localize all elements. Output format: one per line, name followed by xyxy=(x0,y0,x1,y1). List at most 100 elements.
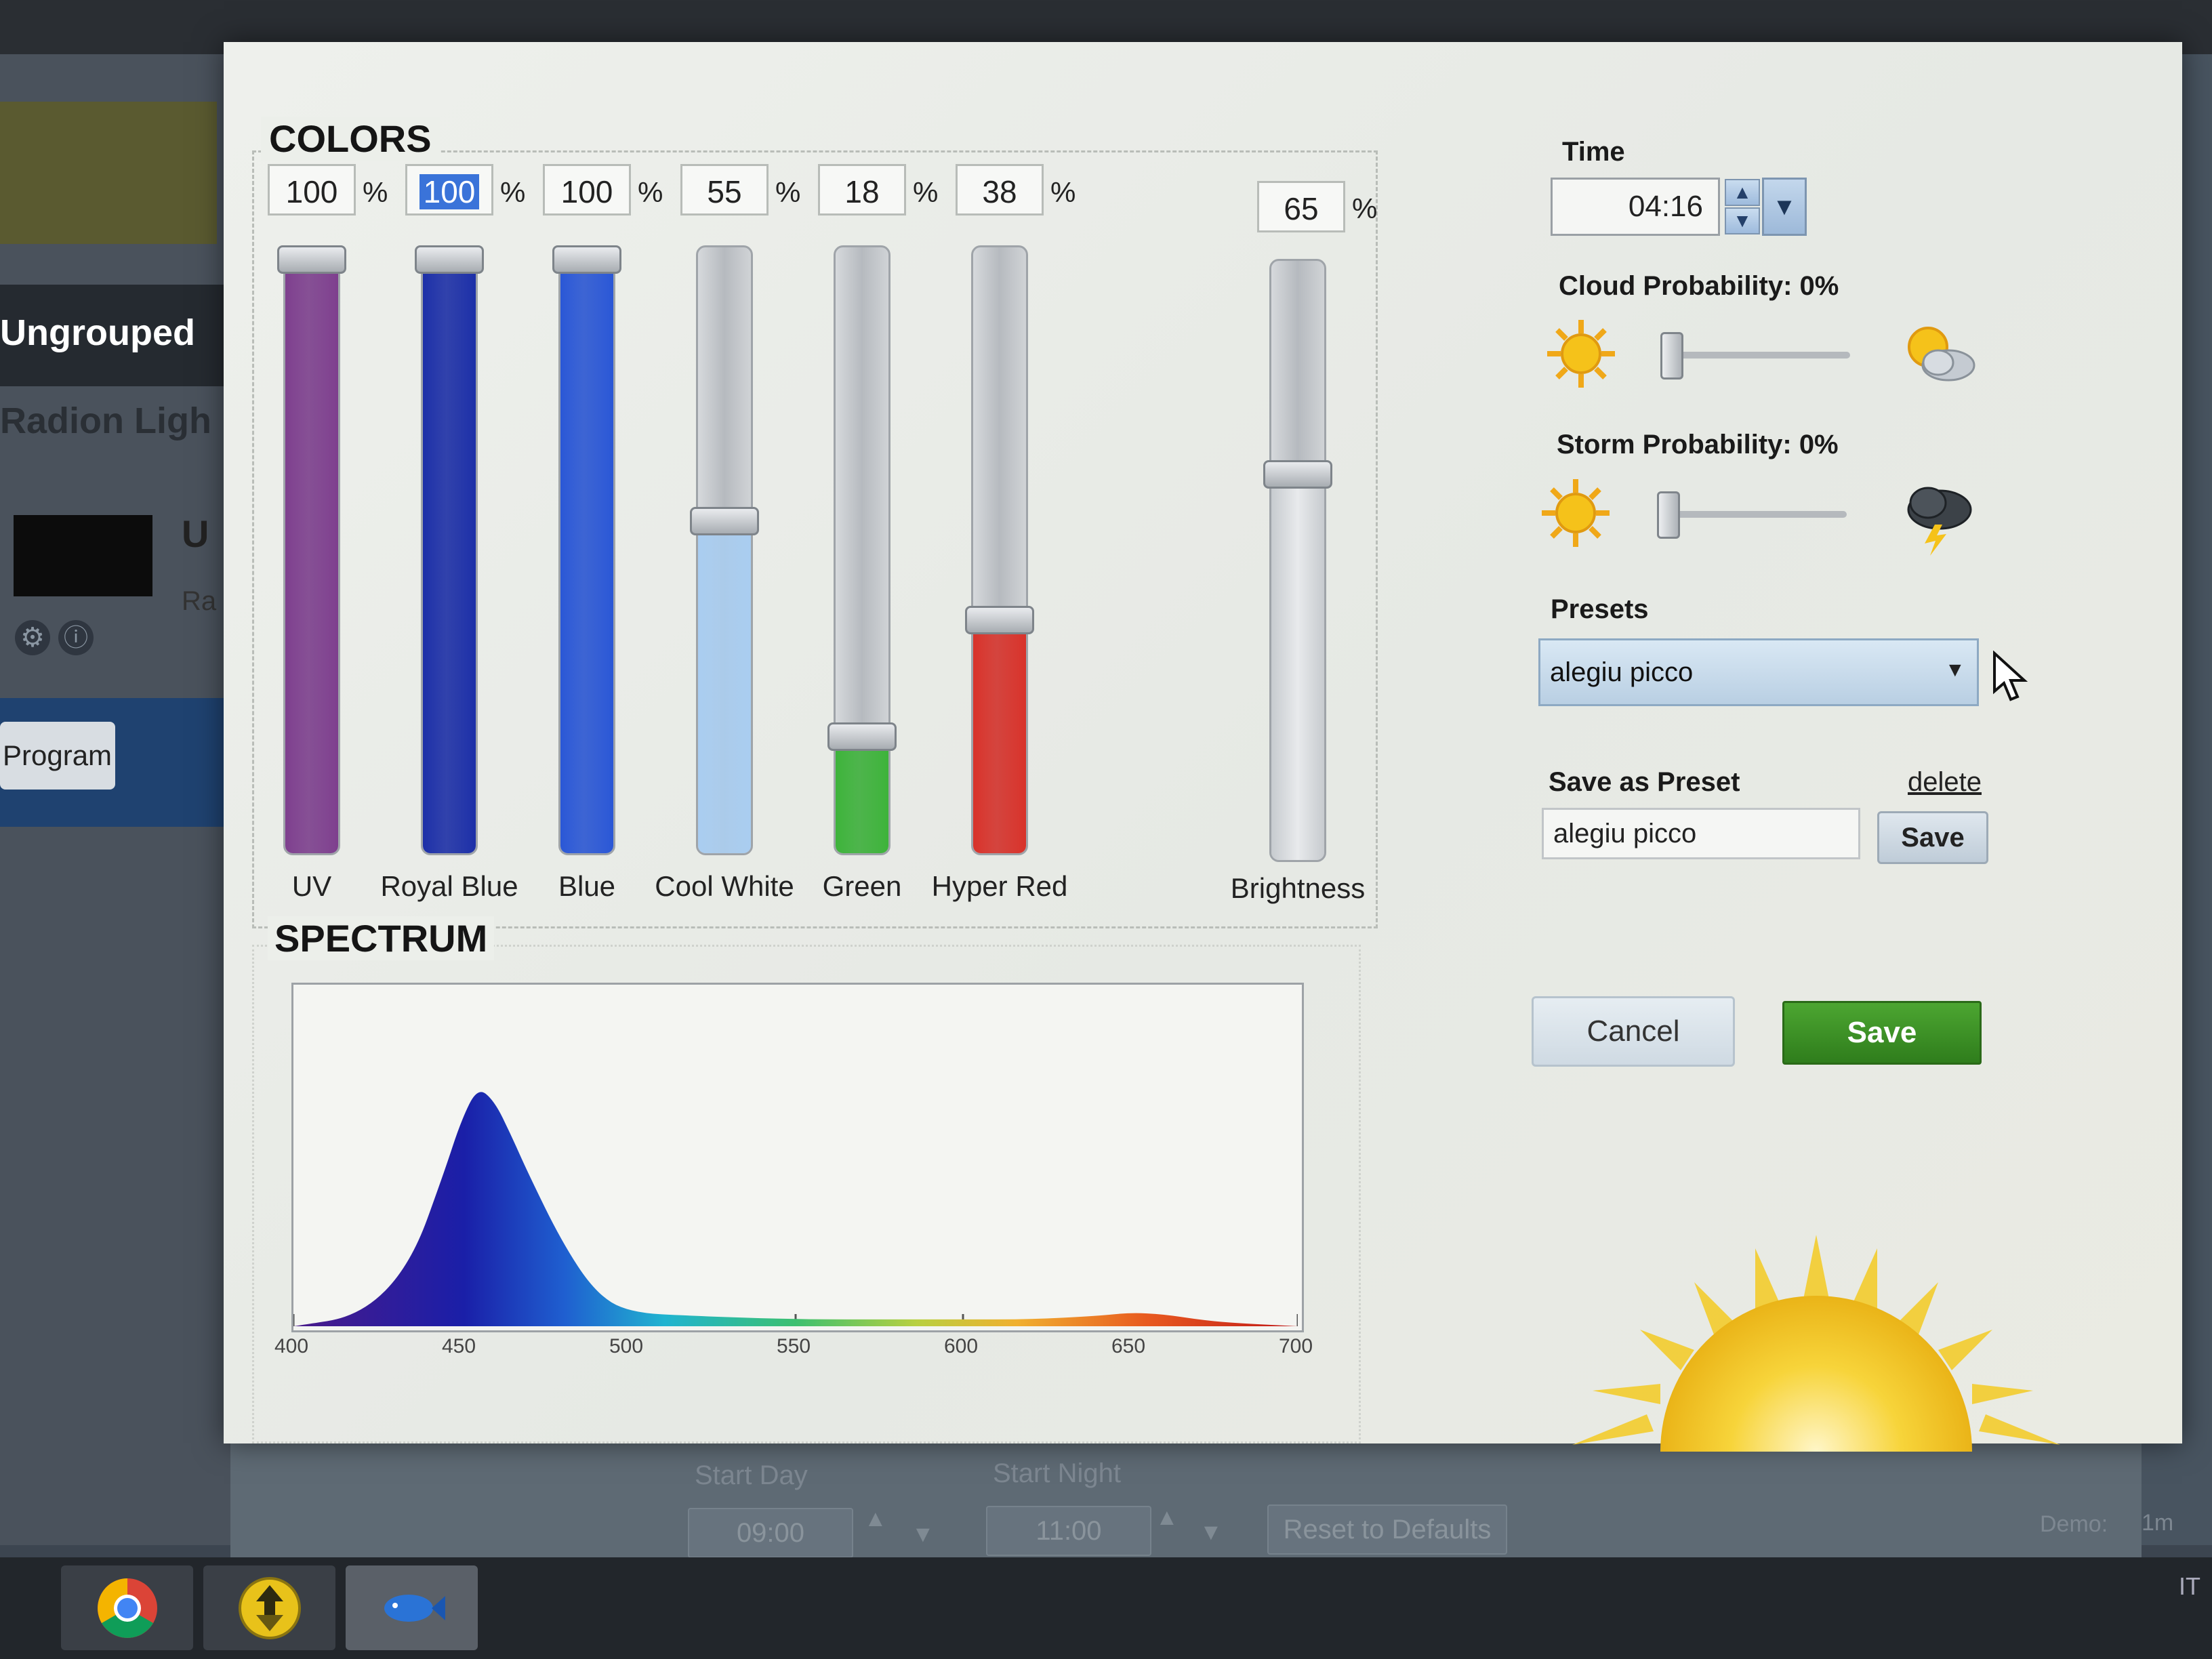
cool-white-slider-thumb[interactable] xyxy=(690,507,759,536)
start-day-spinner-icon[interactable]: ▲ xyxy=(864,1506,887,1532)
uv-slider-track[interactable] xyxy=(283,245,340,855)
storm-probability-slider-thumb[interactable] xyxy=(1657,491,1680,539)
save-preset-button[interactable]: Save xyxy=(1877,811,1988,864)
sun-decoration-icon xyxy=(1572,1235,2060,1452)
start-night-spinner-icon[interactable]: ▲ xyxy=(1155,1504,1179,1531)
device-name: U xyxy=(182,512,209,555)
cool-white-slider-track[interactable] xyxy=(696,245,753,855)
cancel-button[interactable]: Cancel xyxy=(1532,996,1735,1067)
cloud-probability-slider-thumb[interactable] xyxy=(1660,332,1683,380)
brightness-slider-thumb[interactable] xyxy=(1263,459,1332,489)
mouse-cursor-icon xyxy=(1993,651,2028,701)
fish-app-icon xyxy=(384,1594,445,1622)
brightness-slider-track[interactable] xyxy=(1269,259,1326,862)
royal-blue-value: 100 xyxy=(419,174,480,209)
cool-white-percent-sign: % xyxy=(775,176,801,208)
uv-value-input[interactable]: 100 xyxy=(268,164,356,216)
sun-icon xyxy=(1547,320,1615,388)
royal-blue-slider-track[interactable] xyxy=(421,245,478,855)
reset-defaults-button[interactable]: Reset to Defaults xyxy=(1267,1504,1507,1555)
hyper-red-value: 38 xyxy=(982,174,1017,209)
spectrum-chart xyxy=(291,983,1304,1332)
save-as-preset-label: Save as Preset xyxy=(1549,767,1740,797)
start-night-dropdown-icon[interactable]: ▼ xyxy=(1200,1519,1223,1546)
time-dropdown-icon[interactable]: ▼ xyxy=(1762,178,1807,236)
taskbar-chrome[interactable] xyxy=(61,1565,193,1650)
storm-probability-slider-track[interactable] xyxy=(1657,511,1847,518)
brightness-slider-fill xyxy=(1271,468,1324,860)
blue-value-input[interactable]: 100 xyxy=(543,164,631,216)
blue-slider-fill xyxy=(560,247,613,853)
chrome-icon xyxy=(97,1578,157,1638)
spectrum-tick-label-550: 550 xyxy=(776,1335,811,1357)
blue-value: 100 xyxy=(560,174,613,209)
device-header[interactable]: Radion Ligh xyxy=(0,400,224,488)
presets-label: Presets xyxy=(1551,594,1649,624)
storm-probability-label: Storm Probability: 0% xyxy=(1557,430,1839,459)
blue-percent-sign: % xyxy=(638,176,663,208)
royal-blue-slider-fill xyxy=(423,247,476,853)
spectrum-tick-label-400: 400 xyxy=(274,1335,309,1357)
green-percent-sign: % xyxy=(913,176,939,208)
storm-cloud-icon xyxy=(1907,487,1972,556)
demo-label: Demo: xyxy=(2040,1511,2108,1537)
hyper-red-slider-track[interactable] xyxy=(971,245,1028,855)
start-day-dropdown-icon[interactable]: ▼ xyxy=(912,1521,935,1548)
spectrum-tick-label-450: 450 xyxy=(441,1335,476,1357)
partly-cloudy-icon xyxy=(1908,327,1975,382)
preset-name-input[interactable]: alegiu picco xyxy=(1542,808,1860,859)
presets-dropdown[interactable]: alegiu picco xyxy=(1538,638,1979,706)
taskbar-updater[interactable] xyxy=(203,1565,335,1650)
time-increment-icon[interactable]: ▲ xyxy=(1725,179,1760,206)
device-thumbnail[interactable] xyxy=(14,515,152,596)
gear-icon[interactable]: ⚙ xyxy=(15,620,50,655)
hyper-red-slider-thumb[interactable] xyxy=(965,605,1034,634)
hyper-red-percent-sign: % xyxy=(1050,176,1076,208)
time-label: Time xyxy=(1562,137,1625,167)
spectrum-tick-label-650: 650 xyxy=(1111,1335,1146,1357)
brightness-value-input[interactable]: 65 xyxy=(1257,181,1345,232)
royal-blue-value-input[interactable]: 100 xyxy=(405,164,493,216)
spectrum-tick-label-600: 600 xyxy=(943,1335,979,1357)
hyper-red-label: Hyper Red xyxy=(931,870,1068,902)
green-value-input[interactable]: 18 xyxy=(818,164,906,216)
green-slider-thumb[interactable] xyxy=(827,722,897,751)
blue-slider-track[interactable] xyxy=(558,245,615,855)
program-button[interactable]: Program xyxy=(0,722,115,790)
delete-preset-link[interactable]: delete xyxy=(1908,767,1982,798)
updater-icon xyxy=(238,1576,301,1639)
start-night-field[interactable]: 11:00 xyxy=(986,1506,1151,1556)
start-night-label: Start Night xyxy=(993,1458,1121,1488)
spectrum-area xyxy=(293,1092,1298,1326)
blue-slider-thumb[interactable] xyxy=(552,245,621,274)
brightness-percent-sign: % xyxy=(1352,192,1378,224)
color-channels: 100% UV 100% Royal Blue 100% Blue 55% Cool Whit… xyxy=(224,42,1443,923)
uv-slider-fill xyxy=(285,247,338,853)
cool-white-value: 55 xyxy=(707,174,742,209)
time-input[interactable]: 04:16 xyxy=(1551,178,1720,236)
presets-dropdown-arrow-icon[interactable]: ▼ xyxy=(1945,659,1965,682)
demo-value[interactable]: 1m xyxy=(2142,1510,2173,1536)
brightness-label: Brightness xyxy=(1230,872,1366,904)
cool-white-value-input[interactable]: 55 xyxy=(680,164,769,216)
green-slider-fill xyxy=(836,743,888,853)
presets-selected-value: alegiu picco xyxy=(1550,657,1694,687)
royal-blue-slider-thumb[interactable] xyxy=(415,245,484,274)
start-day-field[interactable]: 09:00 xyxy=(688,1508,853,1558)
info-icon[interactable]: ⓘ xyxy=(58,620,94,655)
green-slider-track[interactable] xyxy=(834,245,890,855)
uv-value: 100 xyxy=(285,174,338,209)
taskbar-fish-app[interactable] xyxy=(346,1565,478,1650)
group-header[interactable]: Ungrouped xyxy=(0,285,224,386)
start-day-label: Start Day xyxy=(695,1460,808,1490)
spectrum-plot xyxy=(292,1092,1299,1326)
time-decrement-icon[interactable]: ▼ xyxy=(1725,207,1760,234)
uv-slider-thumb[interactable] xyxy=(277,245,346,274)
cloud-probability-slider-track[interactable] xyxy=(1660,352,1850,359)
save-button[interactable]: Save xyxy=(1782,1001,1982,1065)
sun-icon xyxy=(1542,479,1610,547)
green-value: 18 xyxy=(844,174,880,209)
background-notice xyxy=(0,102,217,244)
hyper-red-value-input[interactable]: 38 xyxy=(956,164,1044,216)
spectrum-tick-label-700: 700 xyxy=(1278,1335,1313,1357)
